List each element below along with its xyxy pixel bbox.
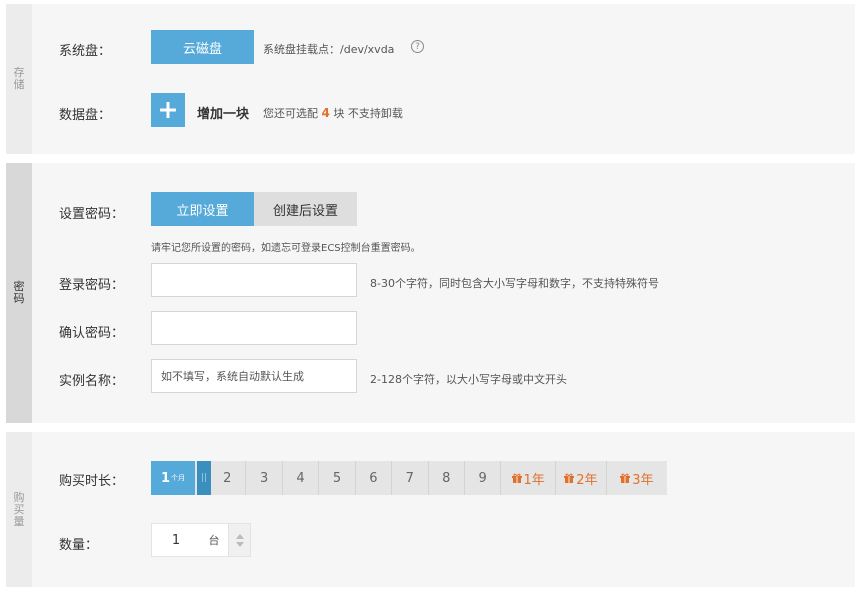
mount-point-text: 系统盘挂载点：/dev/xvda — [263, 43, 395, 56]
help-icon[interactable]: ? — [411, 40, 424, 53]
set-password-label: 设置密码： — [59, 207, 125, 222]
instance-name-label: 实例名称： — [59, 374, 125, 389]
password-reminder: 请牢记您所设置的密码，如遗忘可登录ECS控制台重置密码。 — [151, 243, 421, 254]
duration-option-6[interactable]: 6 — [356, 461, 393, 495]
quantity-unit: 台 — [208, 534, 220, 547]
slider-handle[interactable]: || — [197, 461, 211, 495]
set-now-button[interactable]: 立即设置 — [151, 192, 254, 226]
duration-option-2-year[interactable]: 2年 — [556, 461, 607, 495]
gift-icon — [564, 473, 575, 483]
confirm-password-label: 确认密码： — [59, 326, 125, 341]
password-side-label: 密 码 — [6, 163, 32, 423]
duration-option-3-year[interactable]: 3年 — [607, 461, 667, 495]
system-disk-label: 系统盘： — [59, 44, 112, 59]
login-password-label: 登录密码： — [59, 278, 125, 293]
purchase-section: 购 买 量 购买时长： 数量： — [6, 432, 855, 587]
login-password-input[interactable] — [151, 263, 357, 297]
remaining-text: 您还可选配 4 块 不支持卸载 — [263, 106, 403, 120]
stepper-arrows — [228, 524, 250, 556]
gift-icon — [511, 473, 522, 483]
storage-side-label: 存 储 — [6, 4, 32, 154]
quantity-label: 数量： — [59, 538, 99, 553]
duration-option-7[interactable]: 7 — [392, 461, 429, 495]
quantity-stepper[interactable]: 1 台 — [151, 523, 251, 557]
add-one-link[interactable]: 增加一块 — [197, 103, 249, 122]
plus-icon — [160, 102, 176, 118]
duration-option-8[interactable]: 8 — [429, 461, 465, 495]
arrow-up-icon[interactable] — [235, 533, 244, 539]
arrow-down-icon[interactable] — [235, 541, 244, 548]
purchase-side-label: 购 买 量 — [6, 432, 32, 587]
add-data-disk-button[interactable] — [151, 93, 185, 127]
confirm-password-input[interactable] — [151, 311, 357, 345]
data-disk-label: 数据盘： — [59, 108, 112, 123]
duration-slider[interactable]: 1 个月 2 3 4 5 6 7 8 9 1年 2年 3年 || — [151, 461, 667, 495]
duration-label: 购买时长： — [59, 474, 125, 489]
password-section: 密 码 设置密码： 立即设置 创建后设置 请牢记您所设置的密码，如遗忘可登录EC… — [6, 163, 855, 423]
instance-name-hint: 2-128个字符，以大小写字母或中文开头 — [370, 373, 567, 386]
remaining-count: 4 — [321, 106, 330, 120]
duration-option-1[interactable]: 1 个月 — [151, 461, 196, 495]
duration-option-3[interactable]: 3 — [246, 461, 283, 495]
login-password-hint: 8-30个字符，同时包含大小写字母和数字，不支持特殊符号 — [370, 277, 659, 290]
gift-icon — [620, 473, 631, 483]
duration-option-1-year[interactable]: 1年 — [501, 461, 556, 495]
set-after-button[interactable]: 创建后设置 — [254, 192, 357, 226]
duration-option-5[interactable]: 5 — [319, 461, 356, 495]
quantity-value[interactable]: 1 — [152, 524, 200, 556]
system-disk-type-button[interactable]: 云磁盘 — [151, 30, 254, 64]
instance-name-input[interactable]: 如不填写，系统自动默认生成 — [151, 359, 357, 393]
duration-option-4[interactable]: 4 — [283, 461, 320, 495]
storage-section: 存 储 系统盘： 云磁盘 系统盘挂载点：/dev/xvda ? 数据盘： 增加一… — [6, 4, 855, 154]
duration-option-9[interactable]: 9 — [465, 461, 502, 495]
